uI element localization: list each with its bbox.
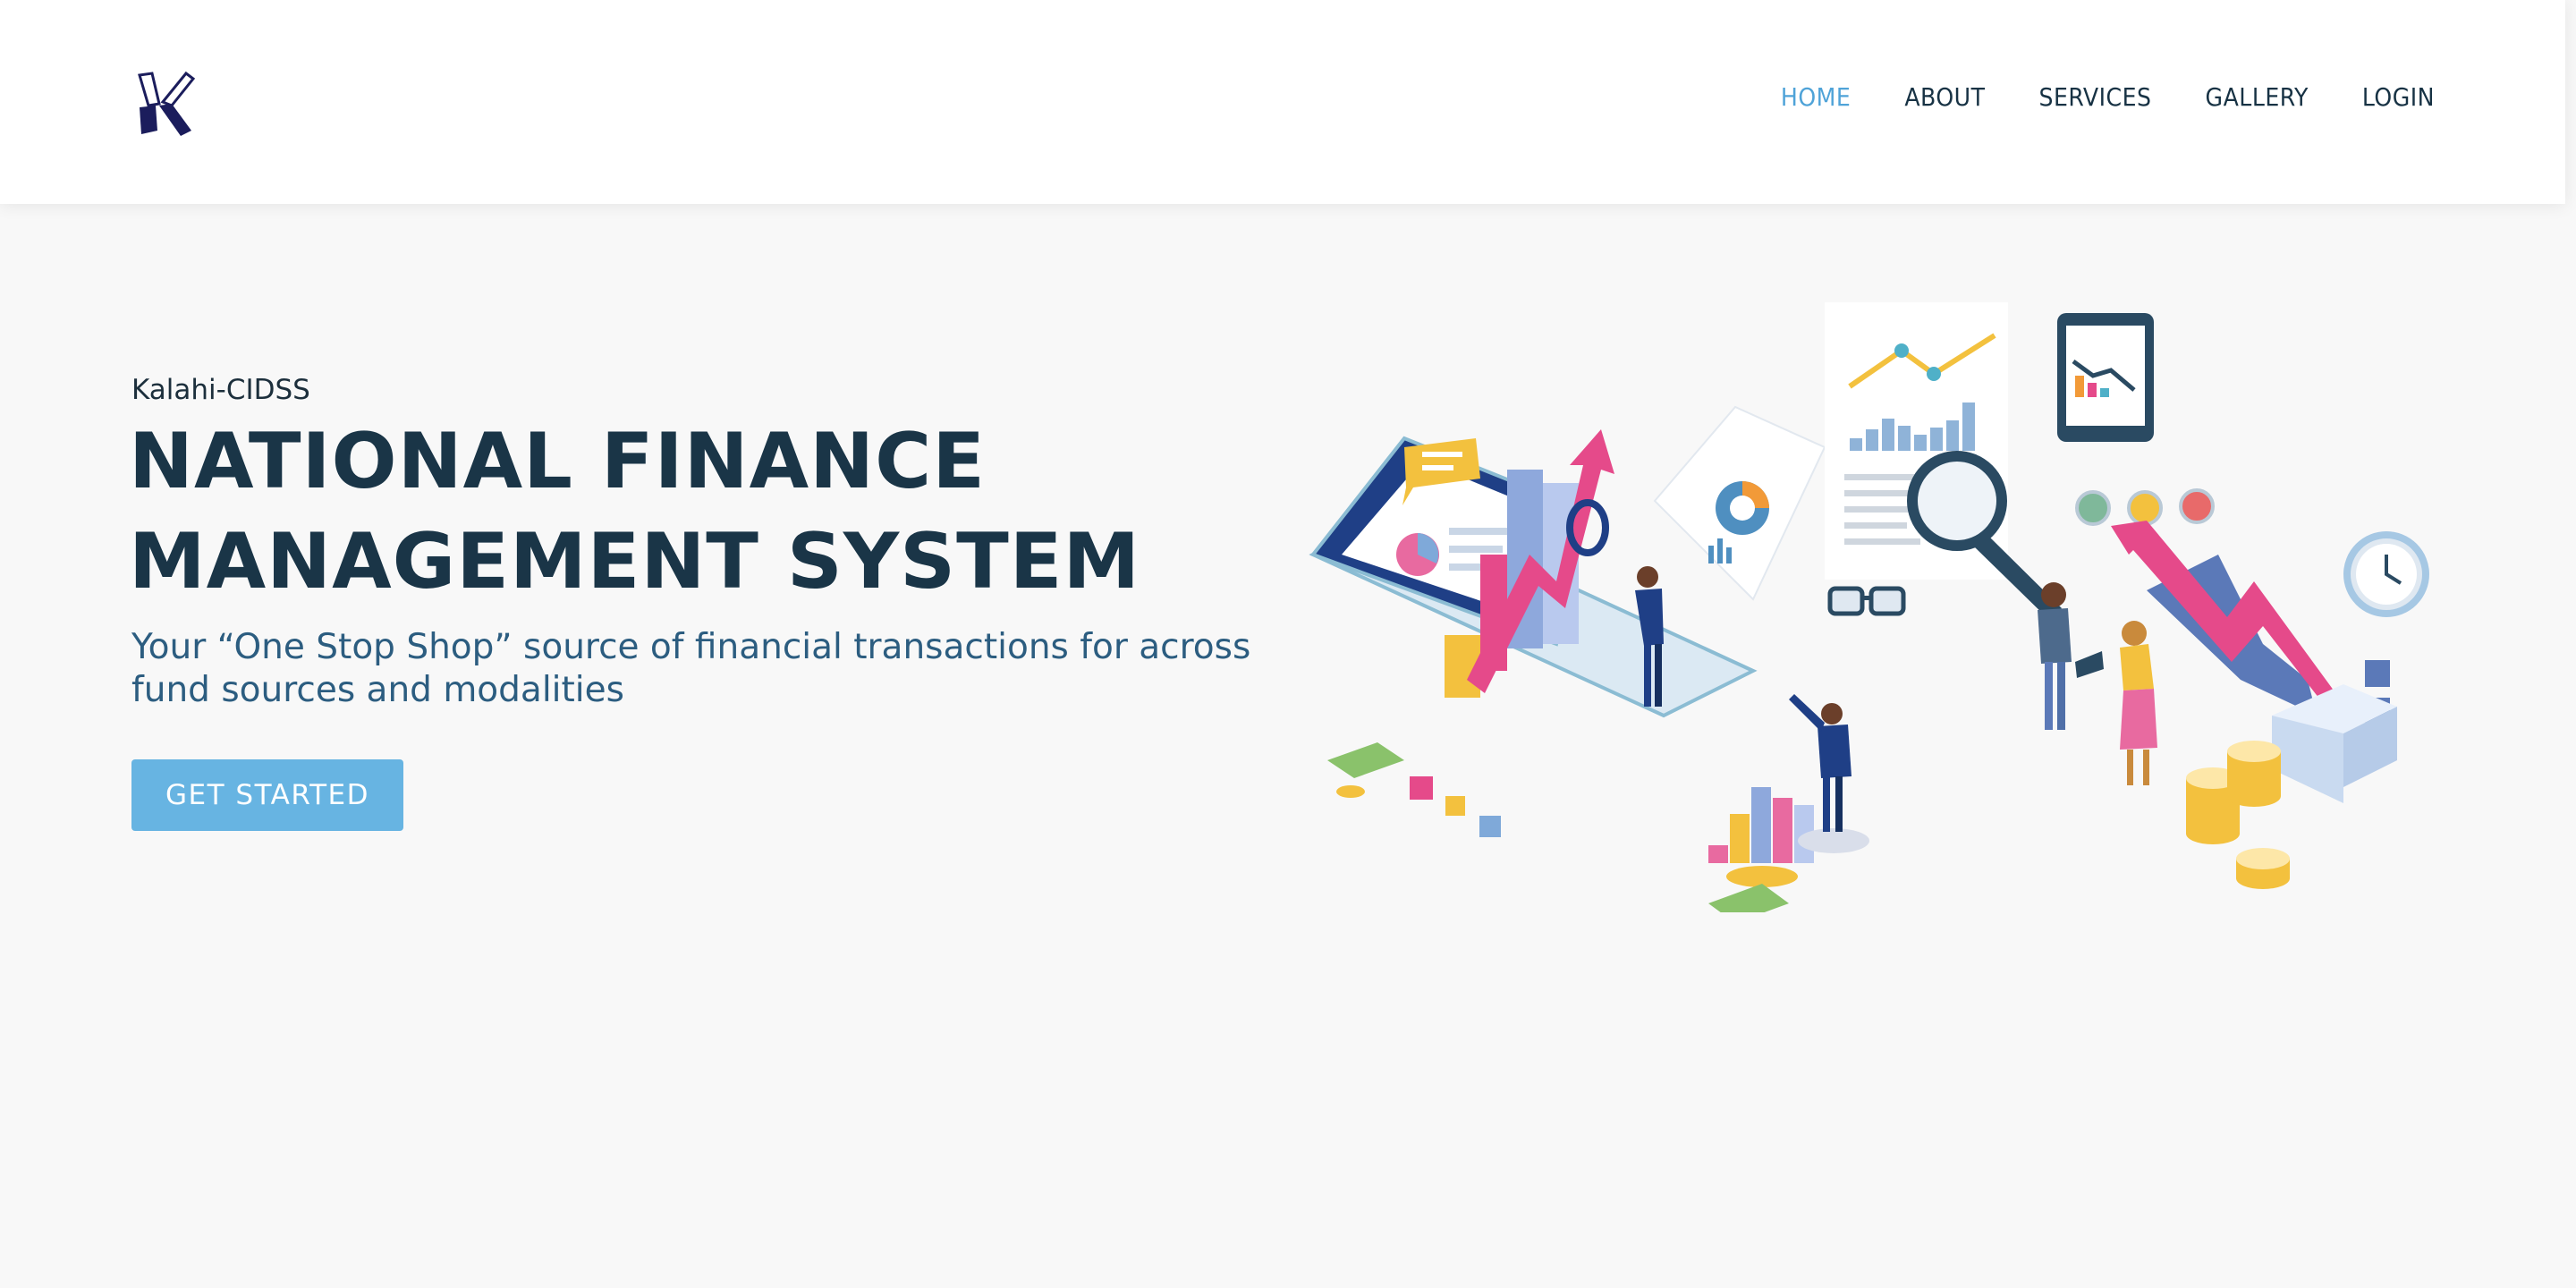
nav-gallery[interactable]: GALLERY [2206, 82, 2309, 112]
hero-subtitle: Your “One Stop Shop” source of financial… [131, 627, 1251, 710]
coin-circles-illustration [2075, 488, 2215, 526]
money-cubes-illustration [1327, 742, 1789, 912]
page: HOME ABOUT SERVICES GALLERY LOGIN Kalahi… [0, 0, 2576, 1288]
man-with-laptop-illustration [2038, 582, 2104, 730]
get-started-button[interactable]: GET STARTED [131, 759, 403, 831]
kalahi-logo-icon[interactable] [132, 66, 200, 140]
nav-home[interactable]: HOME [1781, 82, 1851, 112]
hero-title: NATIONAL FINANCE MANAGEMENT SYSTEM [129, 411, 1292, 612]
magnifier-illustration [1907, 451, 2062, 619]
coin-stack-illustration [2186, 741, 2290, 889]
glasses-illustration [1827, 586, 1906, 616]
hero-title-line1: NATIONAL FINANCE [129, 417, 987, 506]
site-header: HOME ABOUT SERVICES GALLERY LOGIN [0, 0, 2565, 204]
woman-illustration [2120, 621, 2157, 785]
finance-illustration [1309, 302, 2429, 912]
nav-services[interactable]: SERVICES [2039, 82, 2152, 112]
clock-illustration [2343, 531, 2429, 617]
nav-about[interactable]: ABOUT [1904, 82, 1985, 112]
nav-login[interactable]: LOGIN [2362, 82, 2435, 112]
hero-eyebrow: Kalahi-CIDSS [131, 374, 310, 406]
main-nav: HOME ABOUT SERVICES GALLERY LOGIN [1781, 82, 2435, 112]
hero-title-line2: MANAGEMENT SYSTEM [129, 517, 1141, 606]
mini-bar-chart-illustration [1708, 787, 1869, 887]
tablet-illustration [2057, 313, 2154, 442]
report-document-illustration [1653, 405, 1826, 601]
